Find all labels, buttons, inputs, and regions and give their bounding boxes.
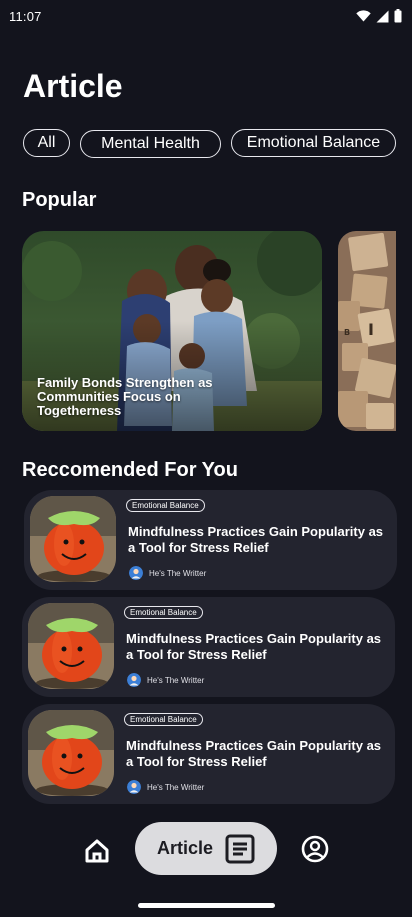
filter-chip-mental-health[interactable]: Mental Health — [80, 130, 221, 158]
home-indicator[interactable] — [138, 903, 275, 908]
author-avatar — [127, 780, 141, 794]
category-badge: Emotional Balance — [124, 713, 203, 726]
status-time: 11:07 — [9, 8, 42, 24]
page-title: Article — [23, 68, 123, 104]
category-badge: Emotional Balance — [124, 606, 203, 619]
author-name: He's The Writter — [147, 782, 205, 792]
svg-text:I: I — [368, 320, 374, 339]
category-badge: Emotional Balance — [126, 499, 205, 512]
article-author: He's The Writter — [127, 673, 204, 687]
pumpkin-image — [28, 603, 114, 689]
author-name: He's The Writter — [149, 568, 207, 578]
filter-chips: All Mental Health Emotional Balance — [23, 129, 396, 158]
recommended-card[interactable]: Emotional Balance Mindfulness Practices … — [22, 704, 395, 804]
popular-card-caption: Family Bonds Strengthen as Communities F… — [37, 375, 213, 418]
nav-article-tab[interactable]: Article — [135, 822, 277, 875]
pumpkin-image — [30, 496, 116, 582]
author-name: He's The Writter — [147, 675, 205, 685]
recommended-card[interactable]: Emotional Balance Mindfulness Practices … — [24, 490, 397, 590]
bottom-nav: Article — [0, 822, 412, 876]
profile-icon[interactable] — [301, 835, 329, 863]
article-title: Mindfulness Practices Gain Popularity as… — [126, 631, 382, 662]
signal-icon — [376, 10, 389, 22]
scrabble-photo: I B — [338, 231, 396, 431]
popular-card-next[interactable]: I B — [338, 231, 396, 431]
author-avatar — [129, 566, 143, 580]
article-thumbnail — [28, 603, 114, 689]
article-author: He's The Writter — [129, 566, 206, 580]
pumpkin-image — [28, 710, 114, 796]
recommended-section-title: Reccomended For You — [22, 459, 238, 481]
article-title: Mindfulness Practices Gain Popularity as… — [128, 524, 384, 555]
status-icons — [356, 9, 402, 23]
recommended-card[interactable]: Emotional Balance Mindfulness Practices … — [22, 597, 395, 697]
article-thumbnail — [30, 496, 116, 582]
home-icon[interactable] — [84, 838, 110, 864]
article-thumbnail — [28, 710, 114, 796]
popular-card[interactable]: Family Bonds Strengthen as Communities F… — [22, 231, 322, 431]
popular-section-title: Popular — [22, 189, 97, 211]
wifi-icon — [356, 10, 371, 22]
svg-text:B: B — [344, 328, 350, 337]
filter-chip-emotional-balance[interactable]: Emotional Balance — [231, 129, 396, 157]
article-icon — [225, 834, 255, 863]
filter-chip-all[interactable]: All — [23, 129, 70, 157]
article-title: Mindfulness Practices Gain Popularity as… — [126, 738, 382, 769]
battery-icon — [394, 9, 402, 23]
nav-article-label: Article — [156, 838, 214, 858]
article-author: He's The Writter — [127, 780, 204, 794]
author-avatar — [127, 673, 141, 687]
status-bar: 11:07 — [0, 0, 412, 32]
